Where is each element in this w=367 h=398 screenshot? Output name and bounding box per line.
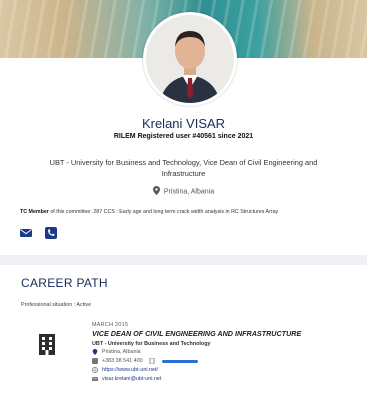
entry-phone[interactable]: +383 38 541 400 bbox=[102, 358, 143, 364]
entry-email-row: visar.krelani@ubt-uni.net bbox=[92, 376, 342, 383]
section-divider bbox=[0, 255, 367, 265]
entry-date: MARCH 2015 bbox=[92, 322, 129, 328]
entry-email-link[interactable]: visar.krelani@ubt-uni.net bbox=[102, 376, 161, 382]
entry-website-row: https://www.ubt-uni.net/ bbox=[92, 367, 342, 374]
redacted-mobile-number bbox=[161, 359, 198, 363]
mobile-phone-icon bbox=[149, 357, 155, 365]
globe-icon bbox=[92, 367, 98, 373]
envelope-icon[interactable] bbox=[20, 226, 32, 238]
profile-name: Krelani VISAR bbox=[141, 116, 226, 131]
entry-phone-row: +383 38 541 400 bbox=[92, 357, 342, 365]
phone-icon[interactable] bbox=[45, 226, 57, 239]
entry-location-row: Pristina, Albania bbox=[92, 349, 342, 356]
career-entry: MARCH 2015 VICE DEAN OF CIVIL ENGINEERIN… bbox=[92, 322, 342, 383]
entry-website-link[interactable]: https://www.ubt-uni.net/ bbox=[102, 367, 158, 373]
registration-info: RILEM Registered user #40561 since 2021 bbox=[113, 133, 254, 140]
location: Pristina, Albania bbox=[0, 186, 367, 197]
tc-membership: TC Member of this committee: 287 CCS : E… bbox=[20, 209, 340, 216]
map-pin-icon bbox=[152, 186, 160, 197]
map-pin-icon bbox=[92, 349, 98, 355]
professional-situation: Professional situation : Active bbox=[21, 302, 92, 308]
entry-role: VICE DEAN OF CIVIL ENGINEERING AND INFRA… bbox=[92, 329, 302, 338]
tc-text: of this committee: 287 CCS : Early age a… bbox=[50, 209, 279, 215]
building-icon bbox=[38, 333, 56, 355]
avatar bbox=[143, 12, 237, 106]
location-text: Pristina, Albania bbox=[163, 188, 215, 196]
tc-label: TC Member bbox=[20, 209, 49, 215]
entry-organization: UBT - University for Business and Techno… bbox=[92, 340, 211, 347]
career-path-title: CAREER PATH bbox=[21, 276, 108, 290]
mail-icon bbox=[92, 376, 98, 382]
phone-icon bbox=[92, 358, 98, 364]
affiliation: UBT - University for Business and Techno… bbox=[49, 158, 318, 178]
entry-location: Pristina, Albania bbox=[102, 349, 141, 355]
